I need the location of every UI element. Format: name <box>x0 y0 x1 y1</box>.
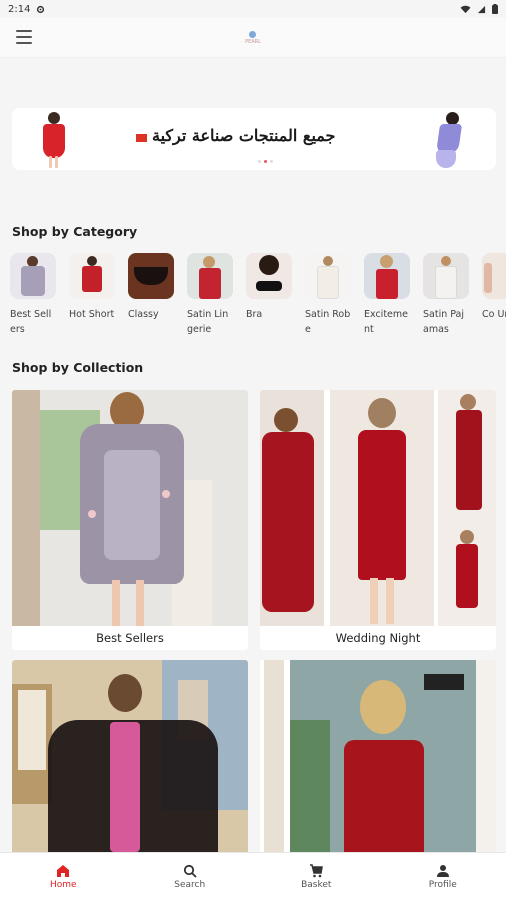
collection-image <box>260 660 496 855</box>
category-co-un[interactable]: Co Un <box>482 253 506 343</box>
collection-wedding-night[interactable]: Wedding Night <box>260 390 496 650</box>
category-thumbnail <box>69 253 115 299</box>
nav-basket[interactable]: Basket <box>253 853 380 900</box>
battery-icon <box>492 4 498 14</box>
category-thumbnail <box>187 253 233 299</box>
settings-icon <box>37 5 45 13</box>
home-icon <box>57 864 70 877</box>
banner-model-right <box>424 110 464 168</box>
category-hot-short[interactable]: Hot Short <box>69 253 115 343</box>
collection-image <box>12 660 248 855</box>
category-list: Best Sellers Hot Short Classy Satin Ling… <box>10 253 506 343</box>
category-thumbnail <box>482 253 506 299</box>
category-excitement[interactable]: Excitement <box>364 253 410 343</box>
status-bar: 2:14 <box>0 0 506 18</box>
category-thumbnail <box>10 253 56 299</box>
category-satin-pajamas[interactable]: Satin Pajamas <box>423 253 469 343</box>
category-satin-robe[interactable]: Satin Robe <box>305 253 351 343</box>
turkey-flag-icon <box>136 134 147 142</box>
app-logo: PEARL <box>245 30 261 45</box>
wifi-icon <box>460 5 471 13</box>
search-icon <box>183 864 197 878</box>
category-thumbnail <box>364 253 410 299</box>
shop-by-collection-title: Shop by Collection <box>12 360 144 375</box>
signal-icon <box>477 5 486 13</box>
collection-item-3[interactable] <box>12 660 248 879</box>
carousel-indicator <box>258 160 273 163</box>
app-bar: PEARL <box>0 18 506 58</box>
category-thumbnail <box>128 253 174 299</box>
collection-image <box>260 390 496 626</box>
nav-search[interactable]: Search <box>127 853 254 900</box>
basket-icon <box>310 863 324 877</box>
profile-icon <box>436 864 449 877</box>
category-best-sellers[interactable]: Best Sellers <box>10 253 56 343</box>
promo-banner[interactable]: جميع المنتجات صناعة تركية <box>12 108 496 170</box>
category-thumbnail <box>423 253 469 299</box>
banner-text: جميع المنتجات صناعة تركية <box>152 126 336 145</box>
nav-profile[interactable]: Profile <box>380 853 506 900</box>
collection-grid: Best Sellers Wedding Night <box>12 390 496 879</box>
menu-icon[interactable] <box>16 30 32 44</box>
category-bra[interactable]: Bra <box>246 253 292 343</box>
bottom-navigation: Home Search Basket Profile <box>0 852 506 900</box>
banner-model-left <box>38 112 72 168</box>
category-satin-lingerie[interactable]: Satin Lingerie <box>187 253 233 343</box>
collection-image <box>12 390 248 626</box>
category-thumbnail <box>246 253 292 299</box>
collection-best-sellers[interactable]: Best Sellers <box>12 390 248 650</box>
collection-item-4[interactable] <box>260 660 496 879</box>
nav-home[interactable]: Home <box>0 853 127 900</box>
category-classy[interactable]: Classy <box>128 253 174 343</box>
shop-by-category-title: Shop by Category <box>12 224 138 239</box>
status-time: 2:14 <box>8 3 31 15</box>
category-thumbnail <box>305 253 351 299</box>
